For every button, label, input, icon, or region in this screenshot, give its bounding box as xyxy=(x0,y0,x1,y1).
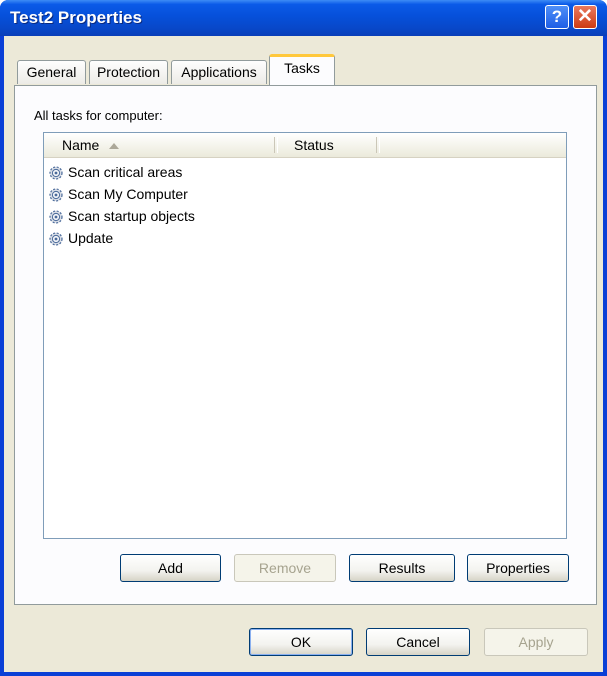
properties-window: Test2 Properties ? ✕ General Protection … xyxy=(0,0,607,676)
task-gear-icon xyxy=(49,210,63,224)
tab-protection[interactable]: Protection xyxy=(89,60,168,84)
button-label: Add xyxy=(158,560,183,576)
tasks-caption: All tasks for computer: xyxy=(34,108,163,123)
button-label: Cancel xyxy=(396,634,440,650)
list-item[interactable]: Scan critical areas xyxy=(48,161,182,183)
remove-button[interactable]: Remove xyxy=(234,554,336,582)
apply-button[interactable]: Apply xyxy=(484,628,588,656)
button-label: Properties xyxy=(486,560,550,576)
task-name: Scan critical areas xyxy=(68,164,183,180)
tab-label: Protection xyxy=(96,64,161,80)
list-item[interactable]: Scan My Computer xyxy=(48,183,188,205)
tab-general[interactable]: General xyxy=(17,60,86,84)
sort-ascending-icon xyxy=(109,143,120,150)
task-name: Scan My Computer xyxy=(68,186,188,202)
dialog-client-area: General Protection Applications Tasks Al… xyxy=(4,36,603,672)
list-item[interactable]: Scan startup objects xyxy=(48,205,195,227)
results-button[interactable]: Results xyxy=(349,554,455,582)
add-button[interactable]: Add xyxy=(120,554,221,582)
tab-label: Applications xyxy=(181,64,257,80)
list-header: Name Status xyxy=(44,133,566,158)
column-header-status[interactable]: Status xyxy=(276,133,376,157)
tab-label: Tasks xyxy=(284,60,320,76)
properties-button[interactable]: Properties xyxy=(467,554,569,582)
button-label: Apply xyxy=(518,634,554,650)
tab-tasks[interactable]: Tasks xyxy=(269,54,335,85)
column-header-name[interactable]: Name xyxy=(44,133,274,157)
button-label: Remove xyxy=(258,560,312,576)
tab-label: General xyxy=(26,64,77,80)
task-gear-icon xyxy=(49,188,63,202)
tasks-tab-panel: All tasks for computer: Name Status Scan… xyxy=(14,85,597,605)
task-name: Scan startup objects xyxy=(68,208,195,224)
tasks-list-view[interactable]: Name Status Scan critical areas Scan My … xyxy=(43,132,567,539)
button-label: Results xyxy=(378,560,426,576)
button-label: OK xyxy=(290,634,312,650)
task-gear-icon xyxy=(49,232,63,246)
close-icon: ✕ xyxy=(577,6,593,27)
task-gear-icon xyxy=(49,166,63,180)
ok-button[interactable]: OK xyxy=(249,628,353,656)
column-label: Status xyxy=(294,137,334,153)
title-bar[interactable]: Test2 Properties ? ✕ xyxy=(0,0,607,36)
window-title: Test2 Properties xyxy=(10,8,142,27)
list-item[interactable]: Update xyxy=(48,227,113,249)
task-name: Update xyxy=(68,230,114,246)
tab-applications[interactable]: Applications xyxy=(171,60,267,84)
column-divider[interactable] xyxy=(376,137,380,153)
help-icon: ? xyxy=(551,7,563,26)
cancel-button[interactable]: Cancel xyxy=(366,628,470,656)
column-label: Name xyxy=(62,137,100,153)
close-button[interactable]: ✕ xyxy=(573,5,597,29)
help-button[interactable]: ? xyxy=(545,5,569,29)
